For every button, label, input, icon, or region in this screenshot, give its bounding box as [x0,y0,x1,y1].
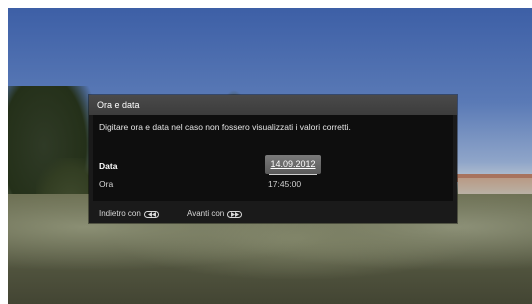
fast-forward-key-icon [227,210,243,218]
time-date-dialog: Ora e data Digitare ora e data nel caso … [89,95,457,223]
date-label: Data [99,161,118,171]
back-hint[interactable]: Indietro con [99,205,159,223]
dialog-footer: Indietro con Avanti con [89,205,457,223]
dialog-description: Digitare ora e data nel caso non fossero… [99,122,351,132]
time-label: Ora [99,179,114,189]
rewind-key-icon [143,210,159,218]
time-input[interactable]: 17:45:00 [268,179,301,189]
date-field-underline [269,174,317,175]
date-value: 14.09.2012 [270,159,316,169]
dialog-body: Digitare ora e data nel caso non fossero… [93,115,453,201]
forward-hint[interactable]: Avanti con [187,205,243,223]
forward-hint-label: Avanti con [187,209,225,218]
dialog-title: Ora e data [89,95,457,115]
date-input[interactable]: 14.09.2012 [265,155,321,174]
back-hint-label: Indietro con [99,209,141,218]
